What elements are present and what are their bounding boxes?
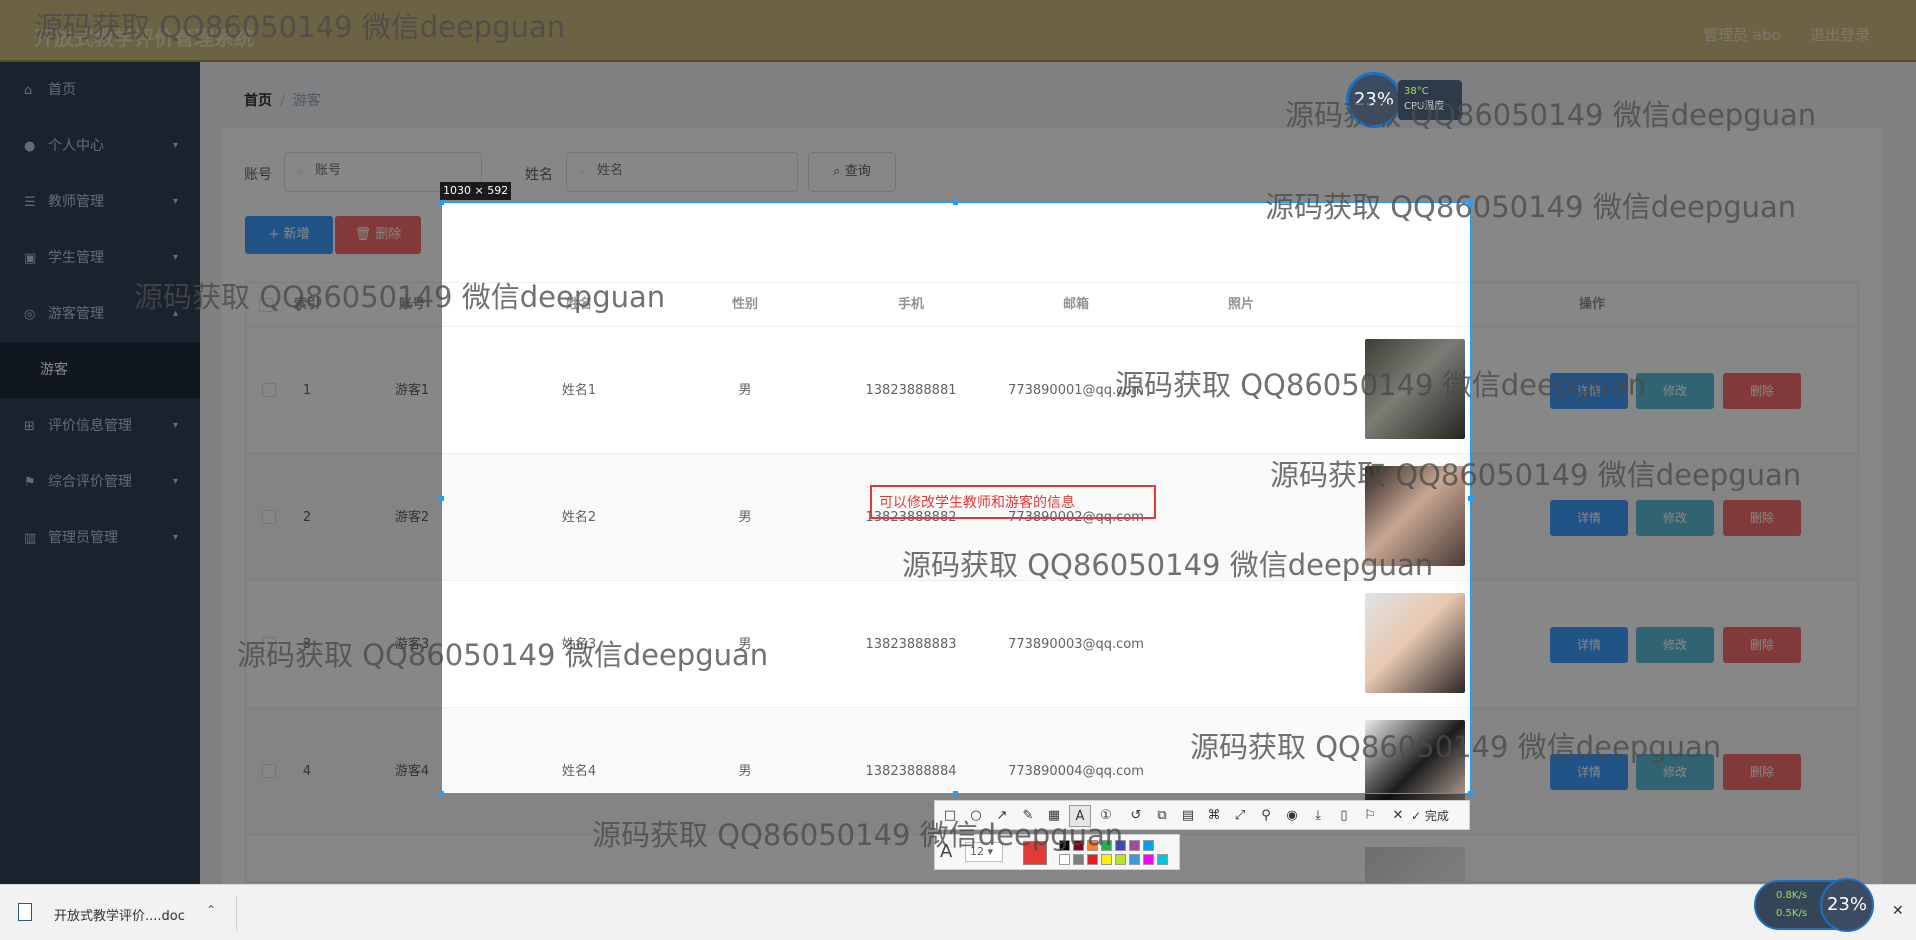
- color-swatch[interactable]: [1129, 840, 1140, 851]
- chevron-up-icon[interactable]: ⌃: [206, 903, 216, 917]
- resize-handle[interactable]: [953, 200, 958, 205]
- rectangle-tool-icon[interactable]: □: [939, 805, 961, 827]
- capture-dim-top: [0, 0, 1916, 202]
- cpu-temp-panel: 38°C CPU温度: [1398, 80, 1462, 120]
- color-swatch[interactable]: [1087, 854, 1098, 865]
- color-swatch[interactable]: [1143, 854, 1154, 865]
- capture-dim-right: [1471, 202, 1916, 794]
- ellipse-tool-icon[interactable]: ○: [965, 805, 987, 827]
- cpu-status: CPU温度: [1404, 101, 1445, 112]
- text-tool-icon[interactable]: A: [1069, 805, 1091, 827]
- font-icon: A: [940, 841, 953, 862]
- color-swatch[interactable]: [1115, 840, 1126, 851]
- net-usage-gauge: 23%: [1820, 878, 1874, 932]
- annotation-text[interactable]: 可以修改学生教师和游客的信息: [879, 492, 1075, 512]
- color-swatch[interactable]: [1143, 840, 1154, 851]
- active-color-swatch[interactable]: [1023, 841, 1047, 865]
- undo-icon[interactable]: ↺: [1125, 805, 1147, 827]
- color-swatch[interactable]: [1157, 854, 1168, 865]
- net-download: 0.5K/s: [1776, 908, 1808, 919]
- resize-handle[interactable]: [1468, 496, 1473, 501]
- long-capture-icon[interactable]: ⤢: [1229, 805, 1251, 827]
- resize-handle[interactable]: [1468, 200, 1473, 205]
- bookmark-icon[interactable]: ⚐: [1359, 805, 1381, 827]
- number-tool-icon[interactable]: ①: [1095, 805, 1117, 827]
- capture-dim-left: [0, 202, 441, 794]
- color-swatch[interactable]: [1129, 854, 1140, 865]
- color-swatch[interactable]: [1073, 840, 1084, 851]
- font-size-select[interactable]: 12 ▾: [965, 842, 1003, 862]
- check-icon: ✓: [1411, 809, 1425, 823]
- resize-handle[interactable]: [439, 496, 444, 501]
- screenshot-page: 开放式教学评价管理系统 管理员 abo 退出登录 ⌂ 首页 ● 个人中心 ▾ ☰ 教师管…: [0, 0, 1916, 940]
- resize-handle[interactable]: [953, 791, 958, 796]
- doc-file-icon: [18, 903, 32, 921]
- resize-handle[interactable]: [1468, 791, 1473, 796]
- divider: [236, 895, 237, 931]
- net-upload: 0.8K/s: [1776, 890, 1808, 901]
- ocr-icon[interactable]: ▤: [1177, 805, 1199, 827]
- download-icon[interactable]: ⤓: [1307, 805, 1329, 827]
- cpu-temp: 38°C: [1404, 86, 1429, 97]
- done-button[interactable]: ✓ 完成: [1411, 805, 1449, 827]
- cpu-usage-gauge: 23%: [1346, 72, 1402, 128]
- close-icon[interactable]: ✕: [1892, 903, 1904, 919]
- download-bar: 开放式教学评价....doc ⌃ ✕: [0, 884, 1916, 940]
- close-icon[interactable]: ✕: [1387, 805, 1409, 827]
- resize-handle[interactable]: [439, 200, 444, 205]
- capture-toolbar: □ ○ ↗ ✎ ▦ A ① ↺ ⧉ ▤ ⌘ ⤢ ⚲ ◉ ⤓ ▯ ⚐ ✕ ✓ 完成: [934, 800, 1470, 830]
- download-file-name[interactable]: 开放式教学评价....doc: [54, 905, 185, 924]
- color-swatch[interactable]: [1059, 840, 1070, 851]
- color-swatch[interactable]: [1115, 854, 1126, 865]
- arrow-tool-icon[interactable]: ↗: [991, 805, 1013, 827]
- pen-tool-icon[interactable]: ✎: [1017, 805, 1039, 827]
- pin-icon[interactable]: ⚲: [1255, 805, 1277, 827]
- color-swatch[interactable]: [1073, 854, 1084, 865]
- text-annotation-box[interactable]: 可以修改学生教师和游客的信息: [870, 485, 1156, 519]
- color-swatch[interactable]: [1101, 840, 1112, 851]
- color-swatch[interactable]: [1087, 840, 1098, 851]
- color-swatch[interactable]: [1059, 854, 1070, 865]
- resize-handle[interactable]: [439, 791, 444, 796]
- capture-size-label: 1030 × 592: [440, 182, 512, 200]
- network-monitor-widget[interactable]: 0.8K/s 0.5K/s 23%: [1754, 878, 1874, 932]
- text-style-toolbar: A 12 ▾: [934, 834, 1180, 870]
- mosaic-tool-icon[interactable]: ▦: [1043, 805, 1065, 827]
- record-icon[interactable]: ◉: [1281, 805, 1303, 827]
- translate-icon[interactable]: ⌘: [1203, 805, 1225, 827]
- cpu-monitor-widget[interactable]: 23% 38°C CPU温度: [1346, 72, 1462, 128]
- color-swatch[interactable]: [1101, 854, 1112, 865]
- phone-icon[interactable]: ▯: [1333, 805, 1355, 827]
- pin-capture-icon[interactable]: ⧉: [1151, 805, 1173, 827]
